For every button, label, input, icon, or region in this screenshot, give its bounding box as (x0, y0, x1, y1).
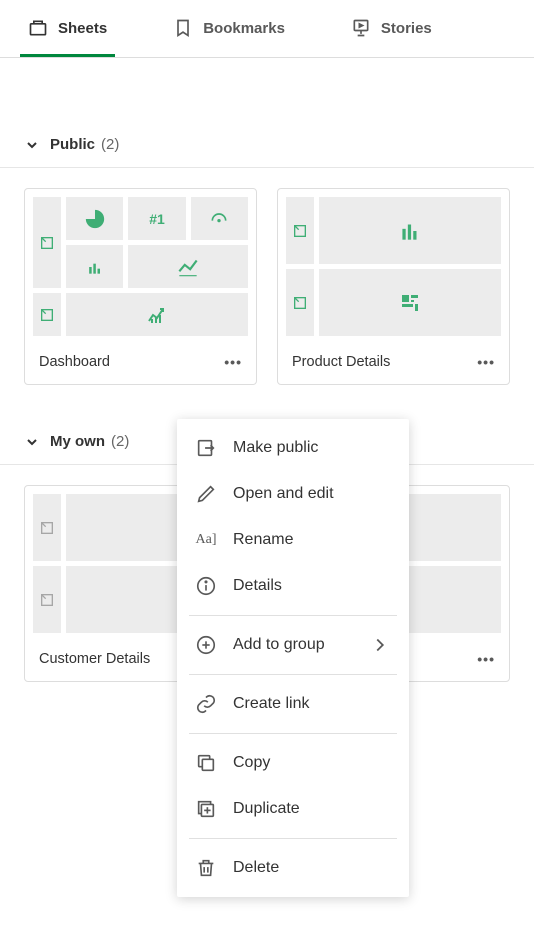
chevron-down-icon (24, 137, 40, 153)
tab-stories-label: Stories (381, 20, 432, 37)
info-icon (195, 575, 217, 597)
trash-icon (195, 857, 217, 879)
menu-divider (189, 674, 397, 675)
chevron-right-icon (369, 634, 391, 656)
tab-sheets-label: Sheets (58, 20, 107, 37)
card-customer-details-title: Customer Details (39, 651, 150, 667)
tab-sheets[interactable]: Sheets (20, 0, 115, 57)
link-icon (195, 693, 217, 715)
export-icon (195, 437, 217, 459)
card-product-details-more[interactable]: ••• (477, 354, 495, 370)
menu-divider (189, 733, 397, 734)
duplicate-icon (195, 798, 217, 820)
menu-rename[interactable]: Aa] Rename (177, 517, 409, 563)
public-cards: #1 Dashboard ••• (24, 188, 510, 385)
menu-divider (189, 615, 397, 616)
copy-icon (195, 752, 217, 774)
menu-delete[interactable]: Delete (177, 845, 409, 891)
bookmark-icon (173, 18, 193, 38)
section-myown-count: (2) (111, 433, 129, 450)
menu-make-public[interactable]: Make public (177, 425, 409, 471)
menu-details[interactable]: Details (177, 563, 409, 609)
stories-icon (351, 18, 371, 38)
card-product-details-title: Product Details (292, 354, 390, 370)
card-product-details[interactable]: Product Details ••• (277, 188, 510, 385)
menu-divider (189, 838, 397, 839)
context-menu: Make public Open and edit Aa] Rename Det… (177, 419, 409, 897)
section-myown-label: My own (50, 433, 105, 450)
tab-stories[interactable]: Stories (343, 0, 440, 57)
menu-copy[interactable]: Copy (177, 740, 409, 786)
menu-duplicate[interactable]: Duplicate (177, 786, 409, 832)
tabs-bar: Sheets Bookmarks Stories (0, 0, 534, 58)
section-public-label: Public (50, 136, 95, 153)
rename-icon: Aa] (195, 529, 217, 551)
chevron-down-icon (24, 434, 40, 450)
divider (0, 167, 534, 168)
section-public-count: (2) (101, 136, 119, 153)
card-product-details-thumb (278, 189, 509, 344)
menu-add-group[interactable]: Add to group (177, 622, 409, 668)
card-partial-more[interactable]: ••• (477, 651, 495, 667)
card-dashboard-title: Dashboard (39, 354, 110, 370)
menu-open-edit[interactable]: Open and edit (177, 471, 409, 517)
card-dashboard[interactable]: #1 Dashboard ••• (24, 188, 257, 385)
card-dashboard-thumb: #1 (25, 189, 256, 344)
pencil-icon (195, 483, 217, 505)
tab-bookmarks[interactable]: Bookmarks (165, 0, 293, 57)
sheets-icon (28, 18, 48, 38)
card-dashboard-more[interactable]: ••• (224, 354, 242, 370)
tab-bookmarks-label: Bookmarks (203, 20, 285, 37)
plus-circle-icon (195, 634, 217, 656)
section-header-public[interactable]: Public (2) (24, 108, 510, 167)
menu-create-link[interactable]: Create link (177, 681, 409, 727)
